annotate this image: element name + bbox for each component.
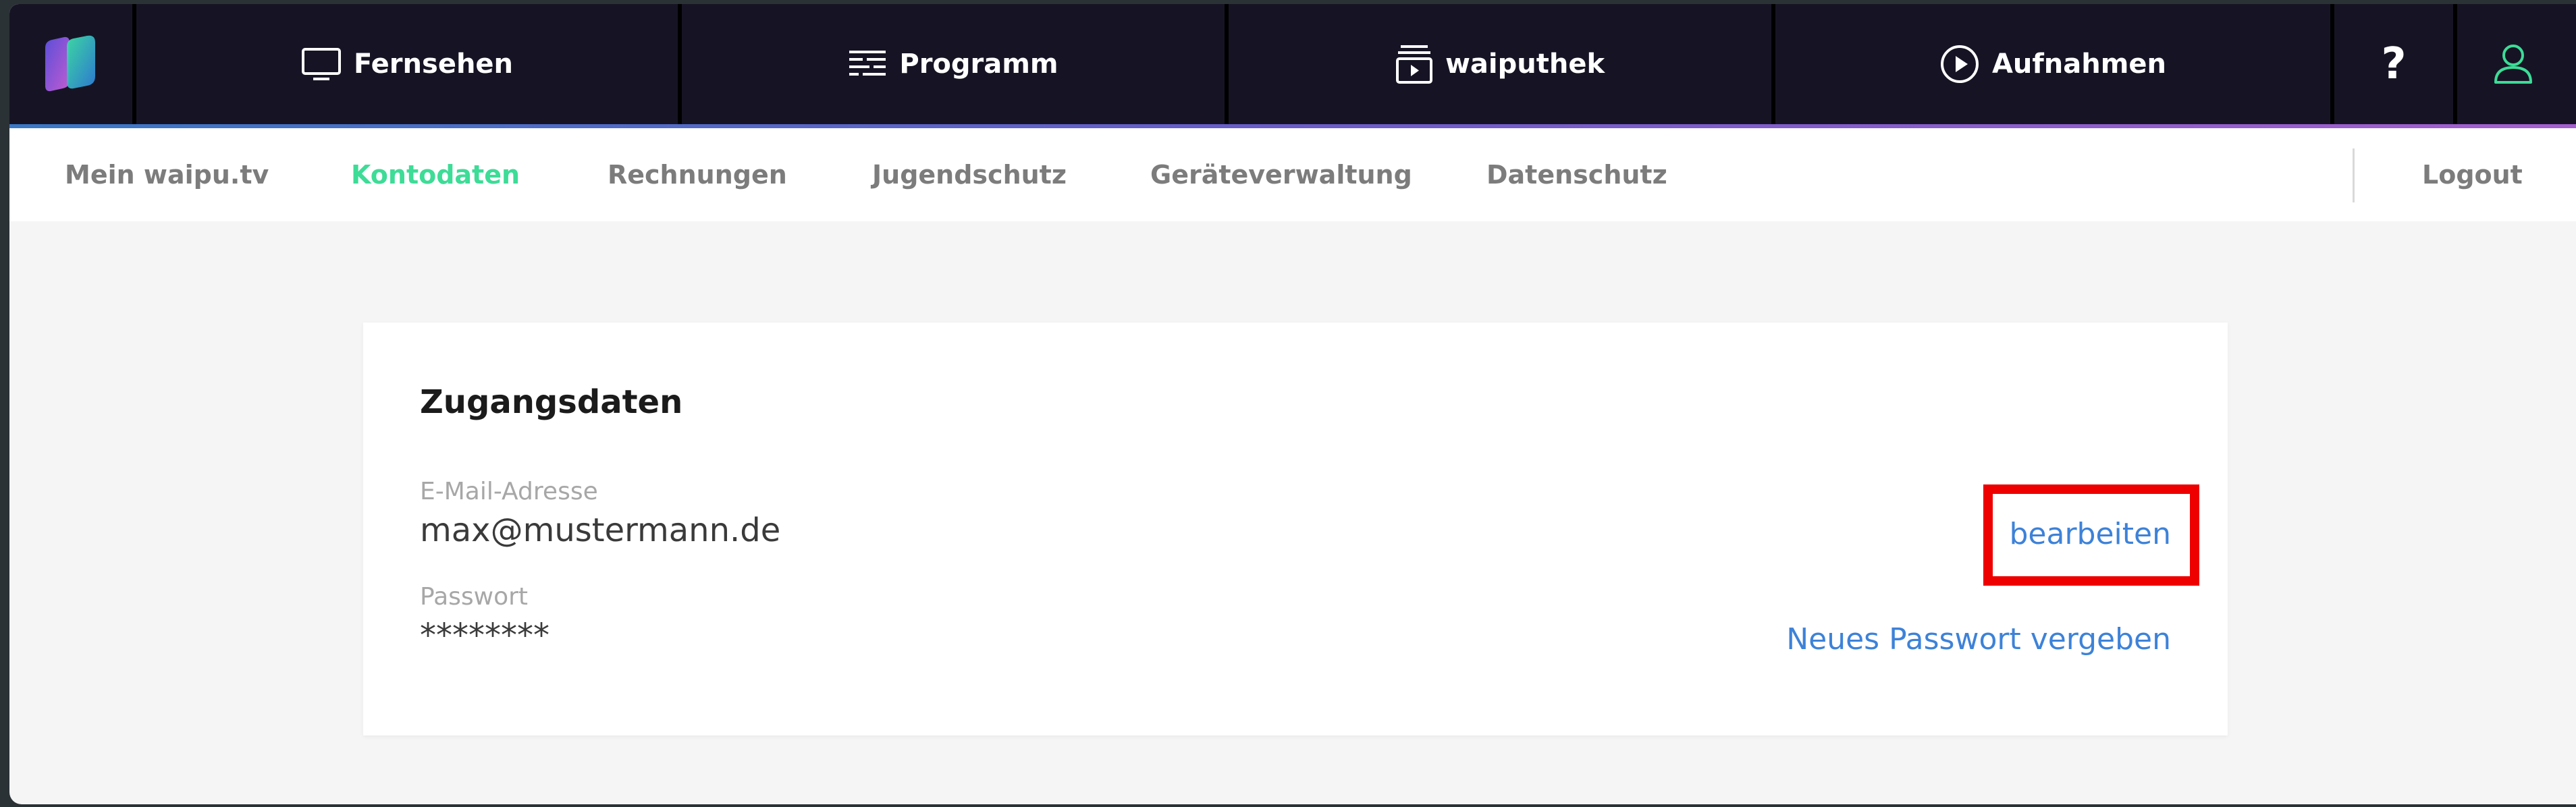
tab-fernsehen[interactable]: Fernsehen <box>136 4 682 124</box>
tab-label: Programm <box>899 49 1058 80</box>
highlight-box <box>1983 484 2199 586</box>
account-subnavigation: Mein waipu.tv Kontodaten Rechnungen Juge… <box>9 128 2576 221</box>
help-button[interactable]: ? <box>2334 4 2457 124</box>
zugangsdaten-card: Zugangsdaten E-Mail-Adresse max@musterma… <box>363 323 2228 735</box>
library-play-icon <box>1395 45 1432 84</box>
tab-label: Fernsehen <box>353 49 514 80</box>
new-password-link[interactable]: Neues Passwort vergeben <box>1786 622 2171 657</box>
tab-label: waiputhek <box>1445 49 1605 80</box>
play-circle-icon <box>1940 45 1979 83</box>
password-label: Passwort <box>420 583 529 611</box>
email-label: E-Mail-Adresse <box>420 478 598 505</box>
tab-label: Aufnahmen <box>1991 49 2167 80</box>
tab-programm[interactable]: Programm <box>682 4 1229 124</box>
help-icon: ? <box>2381 39 2407 89</box>
user-icon <box>2494 45 2532 84</box>
password-value: ******** <box>420 617 549 655</box>
top-navigation: Fernsehen Programm waiputhek Aufnahmen ? <box>9 4 2576 124</box>
subnav-item-mein-waipu[interactable]: Mein waipu.tv <box>65 160 269 190</box>
subnav-item-kontodaten[interactable]: Kontodaten <box>351 160 520 190</box>
tab-waiputhek[interactable]: waiputhek <box>1229 4 1775 124</box>
subnav-item-jugendschutz[interactable]: Jugendschutz <box>872 160 1067 190</box>
account-button[interactable] <box>2457 4 2569 124</box>
email-value: max@mustermann.de <box>420 511 781 549</box>
subnav-item-geraeteverwaltung[interactable]: Geräteverwaltung <box>1150 160 1412 190</box>
subnav-divider <box>2353 148 2355 202</box>
tab-aufnahmen[interactable]: Aufnahmen <box>1775 4 2334 124</box>
logo[interactable] <box>9 4 136 124</box>
subnav-item-rechnungen[interactable]: Rechnungen <box>608 160 787 190</box>
waipu-logo-icon <box>45 35 95 92</box>
subnav-item-datenschutz[interactable]: Datenschutz <box>1486 160 1667 190</box>
tv-icon <box>301 48 341 80</box>
browser-window: Fernsehen Programm waiputhek Aufnahmen ?… <box>9 4 2576 804</box>
card-title: Zugangsdaten <box>420 383 683 421</box>
program-guide-icon <box>849 51 886 76</box>
logout-link[interactable]: Logout <box>2422 160 2523 190</box>
